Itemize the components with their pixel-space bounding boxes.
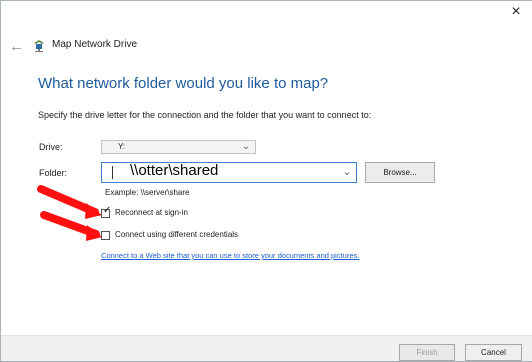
drive-letter-select[interactable]: Y: ⌄: [101, 140, 256, 154]
folder-input-value: \\otter\shared: [130, 162, 219, 179]
drive-label: Drive:: [39, 142, 63, 152]
cancel-button[interactable]: Cancel: [465, 344, 522, 361]
dialog-footer: Finish Cancel: [1, 335, 532, 361]
credentials-label: Connect using different credentials: [115, 230, 239, 239]
red-arrow-icon: [37, 185, 102, 219]
window-title-bar: ← Map Network Drive: [9, 38, 309, 56]
chevron-down-icon[interactable]: ⌄: [341, 167, 353, 178]
finish-button[interactable]: Finish: [399, 344, 455, 361]
back-arrow-icon[interactable]: ←: [9, 38, 24, 56]
store-documents-link[interactable]: Connect to a Web site that you can use t…: [101, 251, 359, 260]
folder-label: Folder:: [39, 168, 68, 178]
instruction-text: Specify the drive letter for the connect…: [38, 110, 372, 120]
reconnect-option[interactable]: ✓ Reconnect at sign-in: [101, 205, 331, 220]
folder-input[interactable]: \\otter\shared ⌄: [101, 162, 357, 183]
red-arrow-icon: [40, 211, 102, 241]
text-caret: [112, 166, 113, 179]
chevron-down-icon: ⌄: [241, 141, 251, 152]
credentials-checkbox[interactable]: [101, 231, 110, 240]
reconnect-checkbox[interactable]: ✓: [101, 205, 112, 218]
map-network-drive-dialog: × ← Map Network Drive What network folde…: [0, 0, 532, 362]
close-icon[interactable]: ×: [507, 3, 525, 21]
example-text: Example: \\server\share: [105, 188, 190, 197]
browse-button[interactable]: Browse...: [365, 162, 435, 183]
reconnect-label: Reconnect at sign-in: [115, 208, 188, 217]
checkmark-icon: ✓: [103, 205, 112, 216]
credentials-option[interactable]: Connect using different credentials: [101, 230, 331, 242]
window-title: Map Network Drive: [52, 39, 138, 50]
drive-letter-value: Y:: [118, 142, 126, 151]
page-heading: What network folder would you like to ma…: [38, 75, 329, 92]
network-drive-icon: [34, 40, 44, 52]
